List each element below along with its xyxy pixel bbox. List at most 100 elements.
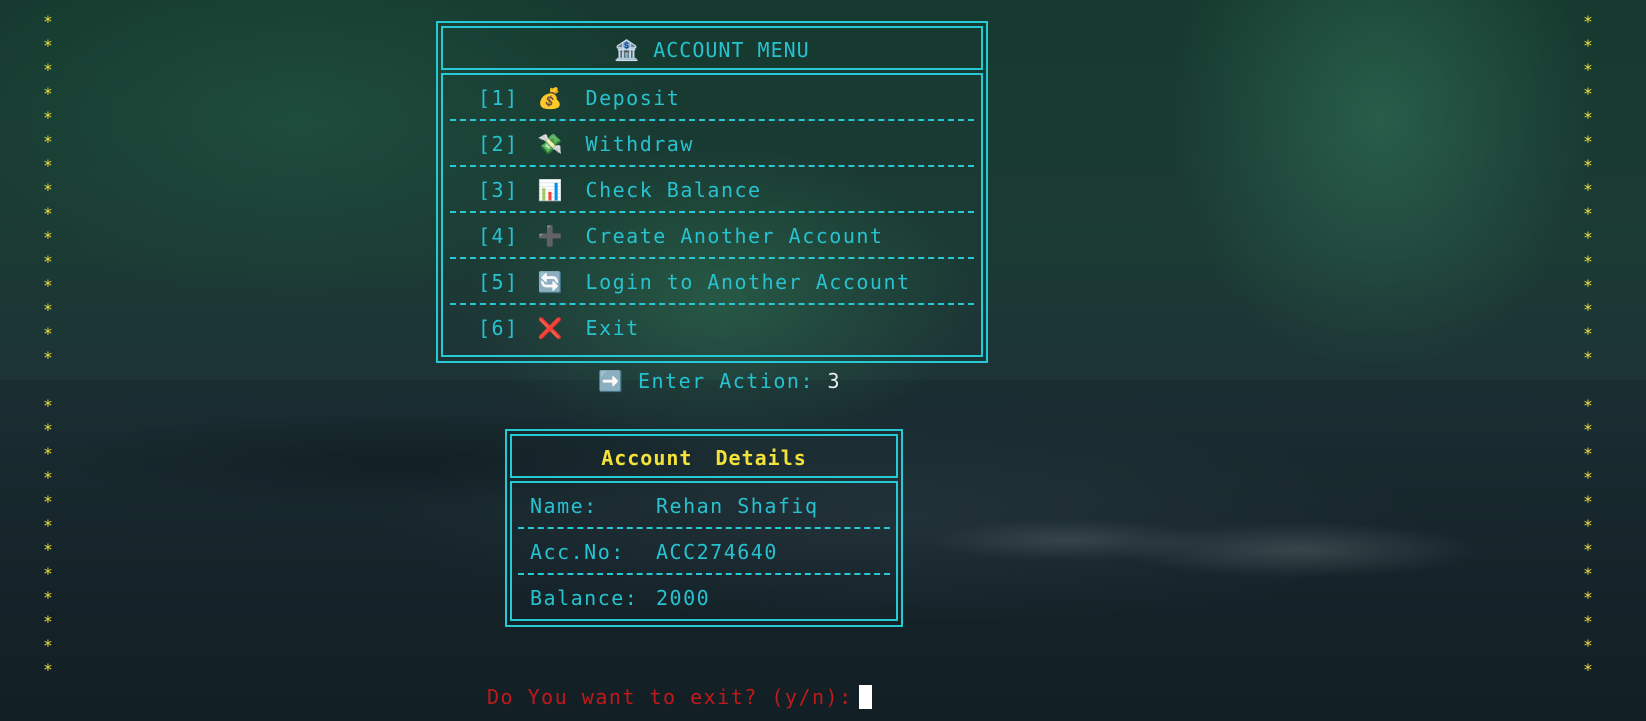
money-with-wings-icon: 💸 — [537, 132, 565, 156]
star-glyph: * — [1583, 36, 1593, 55]
money-bag-icon: 💰 — [537, 86, 565, 110]
account-menu: 🏦 ACCOUNT MENU [1] 💰 Deposit [2] 💸 Withdra… — [436, 21, 988, 363]
menu-item-label: Create Another Account — [585, 224, 884, 248]
star-glyph: * — [43, 36, 53, 55]
star-glyph: * — [1583, 588, 1593, 607]
account-menu-header: 🏦 ACCOUNT MENU — [441, 26, 983, 70]
menu-item-number: [1] — [478, 86, 519, 110]
star-glyph: * — [38, 370, 58, 394]
star-glyph: * — [1583, 252, 1593, 271]
star-glyph: * — [1583, 132, 1593, 151]
account-details-title: Account Details — [510, 434, 898, 478]
star-glyph: * — [43, 252, 53, 271]
menu-item-number: [6] — [478, 316, 519, 340]
star-glyph: * — [1583, 180, 1593, 199]
star-glyph: * — [1583, 540, 1593, 559]
star-glyph: * — [43, 228, 53, 247]
star-glyph: * — [1583, 156, 1593, 175]
star-glyph: * — [43, 636, 53, 655]
arrow-right-icon: ➡️ — [598, 369, 625, 393]
detail-value: 2000 — [656, 586, 711, 610]
detail-key: Acc.No: — [530, 540, 625, 564]
detail-row-account-number: Acc.No: ACC274640 — [518, 529, 890, 575]
bar-chart-icon: 📊 — [537, 178, 565, 202]
star-glyph: * — [1583, 468, 1593, 487]
star-glyph: * — [43, 420, 53, 439]
bank-icon: 🏦 — [614, 38, 641, 62]
star-glyph: * — [1583, 396, 1593, 415]
enter-action-prompt[interactable]: ➡️ Enter Action: 3 — [598, 366, 841, 396]
star-glyph: * — [1583, 612, 1593, 631]
star-glyph: * — [1583, 444, 1593, 463]
star-glyph: * — [43, 564, 53, 583]
account-menu-list: [1] 💰 Deposit [2] 💸 Withdraw [3] 📊 Check Ba… — [441, 73, 983, 357]
star-glyph: * — [43, 444, 53, 463]
star-glyph: * — [43, 276, 53, 295]
plus-icon: ➕ — [537, 224, 565, 248]
exit-confirm-label: Do You want to exit? (y/n): — [487, 685, 853, 709]
menu-item-number: [5] — [478, 270, 519, 294]
star-glyph: * — [1583, 516, 1593, 535]
right-star-border: * * * * * * * * * * * * * * * * * * * * * * * * * * * * — [1578, 10, 1598, 682]
menu-item-label: Deposit — [585, 86, 681, 110]
star-glyph: * — [1583, 348, 1593, 367]
star-glyph: * — [43, 492, 53, 511]
star-glyph: * — [1583, 564, 1593, 583]
star-glyph: * — [43, 180, 53, 199]
enter-action-label: Enter Action: — [637, 369, 814, 393]
star-glyph: * — [1583, 492, 1593, 511]
star-glyph: * — [1583, 84, 1593, 103]
star-glyph: * — [43, 324, 53, 343]
menu-item-number: [2] — [478, 132, 519, 156]
star-glyph: * — [1583, 660, 1593, 679]
star-glyph: * — [1583, 636, 1593, 655]
menu-item-exit[interactable]: [6] ❌ Exit — [450, 305, 974, 351]
star-glyph: * — [43, 108, 53, 127]
star-glyph: * — [43, 588, 53, 607]
star-glyph: * — [43, 300, 53, 319]
refresh-icon: 🔄 — [537, 270, 565, 294]
detail-value: ACC274640 — [656, 540, 778, 564]
menu-item-deposit[interactable]: [1] 💰 Deposit — [450, 75, 974, 121]
star-glyph: * — [43, 660, 53, 679]
menu-item-check-balance[interactable]: [3] 📊 Check Balance — [450, 167, 974, 213]
detail-row-balance: Balance: 2000 — [518, 575, 890, 621]
exit-confirm-prompt[interactable]: Do You want to exit? (y/n): — [487, 683, 872, 711]
detail-row-name: Name: Rehan Shafiq — [518, 483, 890, 529]
star-glyph: * — [1583, 228, 1593, 247]
menu-item-create-account[interactable]: [4] ➕ Create Another Account — [450, 213, 974, 259]
menu-item-withdraw[interactable]: [2] 💸 Withdraw — [450, 121, 974, 167]
text-cursor[interactable] — [858, 685, 872, 709]
detail-key: Name: — [530, 494, 598, 518]
menu-item-label: Login to Another Account — [585, 270, 911, 294]
star-glyph: * — [43, 156, 53, 175]
star-glyph: * — [43, 516, 53, 535]
cross-icon: ❌ — [537, 316, 565, 340]
star-glyph: * — [43, 84, 53, 103]
star-glyph: * — [43, 540, 53, 559]
star-glyph: * — [1583, 324, 1593, 343]
star-glyph: * — [1583, 60, 1593, 79]
star-glyph: * — [1583, 204, 1593, 223]
star-glyph: * — [1583, 12, 1593, 31]
star-glyph: * — [43, 348, 53, 367]
star-glyph: * — [43, 468, 53, 487]
star-glyph: * — [1583, 108, 1593, 127]
menu-item-login-another[interactable]: [5] 🔄 Login to Another Account — [450, 259, 974, 305]
detail-value: Rehan Shafiq — [656, 494, 819, 518]
menu-item-number: [3] — [478, 178, 519, 202]
account-menu-title: ACCOUNT MENU — [653, 38, 810, 62]
star-glyph: * — [1583, 420, 1593, 439]
star-glyph: * — [1583, 300, 1593, 319]
enter-action-value[interactable]: 3 — [828, 369, 842, 393]
left-star-border: * * * * * * * * * * * * * * * * * * * * * * * * * * * * — [38, 10, 58, 682]
star-glyph: * — [43, 612, 53, 631]
account-details-list: Name: Rehan Shafiq Acc.No: ACC274640 Balan… — [510, 481, 898, 621]
menu-item-number: [4] — [478, 224, 519, 248]
star-glyph: * — [1583, 276, 1593, 295]
star-glyph: * — [43, 132, 53, 151]
star-glyph: * — [43, 60, 53, 79]
star-glyph: * — [43, 12, 53, 31]
menu-item-label: Withdraw — [585, 132, 694, 156]
detail-key: Balance: — [530, 586, 639, 610]
